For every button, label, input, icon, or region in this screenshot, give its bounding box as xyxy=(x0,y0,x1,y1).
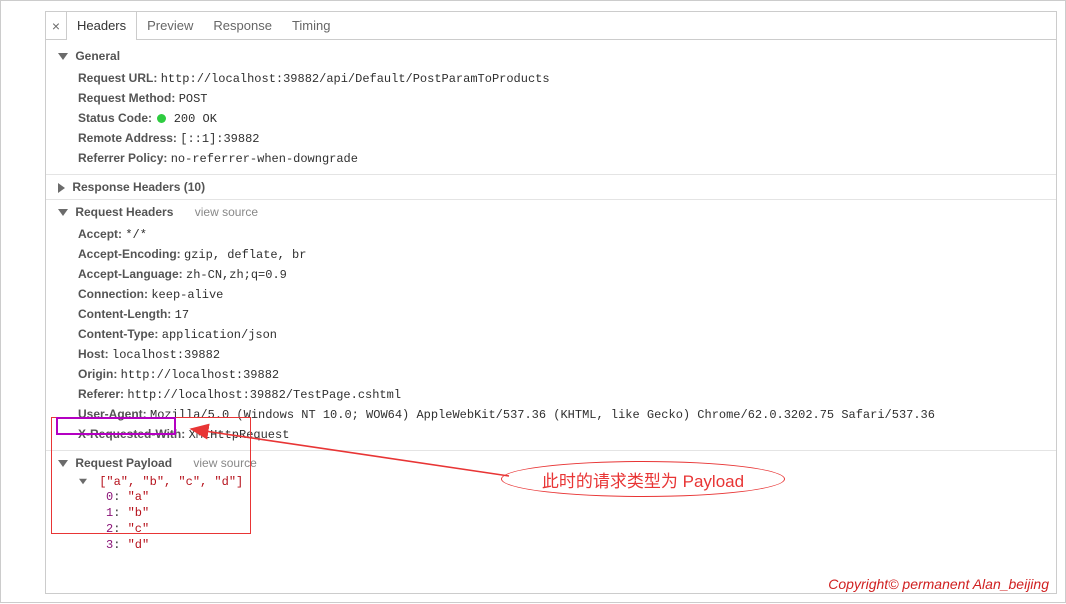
kv-referer: Referer: http://localhost:39882/TestPage… xyxy=(78,384,1056,404)
view-source-link[interactable]: view source xyxy=(195,205,258,219)
kv-host: Host: localhost:39882 xyxy=(78,344,1056,364)
tab-response[interactable]: Response xyxy=(203,12,282,39)
kv-content-length: Content-Length: 17 xyxy=(78,304,1056,324)
annotation-oval: 此时的请求类型为 Payload xyxy=(501,461,785,497)
tab-timing[interactable]: Timing xyxy=(282,12,341,39)
kv-label: Remote Address: xyxy=(78,131,177,145)
kv-request-method: Request Method: POST xyxy=(78,88,1056,108)
payload-value: "d" xyxy=(128,538,150,552)
section-header-general[interactable]: General xyxy=(58,46,1056,66)
section-general: General Request URL: http://localhost:39… xyxy=(46,44,1056,174)
copyright-text: Copyright© permanent Alan_beijing xyxy=(828,576,1049,592)
kv-value: */* xyxy=(125,228,147,242)
kv-value: gzip, deflate, br xyxy=(184,248,306,262)
kv-value: http://localhost:39882/TestPage.cshtml xyxy=(127,388,401,402)
kv-status-code: Status Code: 200 OK xyxy=(78,108,1056,128)
kv-remote-address: Remote Address: [::1]:39882 xyxy=(78,128,1056,148)
kv-value: http://localhost:39882/api/Default/PostP… xyxy=(161,72,550,86)
section-title: Response Headers (10) xyxy=(72,180,205,194)
section-title: Request Headers xyxy=(75,205,173,219)
annotation-text: 此时的请求类型为 Payload xyxy=(542,467,744,492)
annotation-magenta-box xyxy=(56,417,176,435)
section-title: General xyxy=(75,49,120,63)
kv-accept-encoding: Accept-Encoding: gzip, deflate, br xyxy=(78,244,1056,264)
general-list: Request URL: http://localhost:39882/api/… xyxy=(58,66,1056,172)
payload-item: 3: "d" xyxy=(106,537,1056,553)
kv-accept-language: Accept-Language: zh-CN,zh;q=0.9 xyxy=(78,264,1056,284)
kv-referrer-policy: Referrer Policy: no-referrer-when-downgr… xyxy=(78,148,1056,168)
collapse-icon xyxy=(58,53,68,60)
kv-label: Request URL: xyxy=(78,71,157,85)
tab-preview[interactable]: Preview xyxy=(137,12,203,39)
tab-headers[interactable]: Headers xyxy=(66,12,137,39)
kv-label: Accept-Language: xyxy=(78,267,183,281)
kv-label: Accept-Encoding: xyxy=(78,247,181,261)
section-header-request-headers[interactable]: Request Headers view source xyxy=(58,202,1056,222)
kv-value: http://localhost:39882 xyxy=(121,368,279,382)
section-header-response-headers[interactable]: Response Headers (10) xyxy=(58,177,1056,197)
kv-label: Content-Type: xyxy=(78,327,158,341)
kv-label: Status Code: xyxy=(78,111,152,125)
status-dot-icon xyxy=(157,114,166,123)
kv-content-type: Content-Type: application/json xyxy=(78,324,1056,344)
expand-icon xyxy=(58,183,65,193)
kv-origin: Origin: http://localhost:39882 xyxy=(78,364,1056,384)
kv-label: Referer: xyxy=(78,387,124,401)
kv-label: Accept: xyxy=(78,227,122,241)
tabs-bar: × Headers Preview Response Timing xyxy=(46,12,1056,40)
collapse-icon xyxy=(58,209,68,216)
kv-value: localhost:39882 xyxy=(112,348,220,362)
kv-value: 200 OK xyxy=(174,112,217,126)
kv-label: Content-Length: xyxy=(78,307,171,321)
section-request-headers: Request Headers view source Accept: */* … xyxy=(46,200,1056,450)
payload-index: 3 xyxy=(106,538,113,552)
kv-value: 17 xyxy=(175,308,189,322)
kv-value: Mozilla/5.0 (Windows NT 10.0; WOW64) App… xyxy=(150,408,935,422)
kv-request-url: Request URL: http://localhost:39882/api/… xyxy=(78,68,1056,88)
close-icon[interactable]: × xyxy=(46,12,66,39)
kv-accept: Accept: */* xyxy=(78,224,1056,244)
kv-value: no-referrer-when-downgrade xyxy=(171,152,358,166)
kv-label: Referrer Policy: xyxy=(78,151,167,165)
kv-value: zh-CN,zh;q=0.9 xyxy=(186,268,287,282)
kv-connection: Connection: keep-alive xyxy=(78,284,1056,304)
kv-label: Request Method: xyxy=(78,91,175,105)
kv-label: Host: xyxy=(78,347,109,361)
kv-label: Connection: xyxy=(78,287,148,301)
kv-value: POST xyxy=(179,92,208,106)
request-headers-list: Accept: */* Accept-Encoding: gzip, defla… xyxy=(58,222,1056,448)
kv-label: Origin: xyxy=(78,367,117,381)
kv-value: application/json xyxy=(162,328,277,342)
kv-value: keep-alive xyxy=(151,288,223,302)
section-response-headers: Response Headers (10) xyxy=(46,175,1056,199)
kv-value: [::1]:39882 xyxy=(180,132,259,146)
